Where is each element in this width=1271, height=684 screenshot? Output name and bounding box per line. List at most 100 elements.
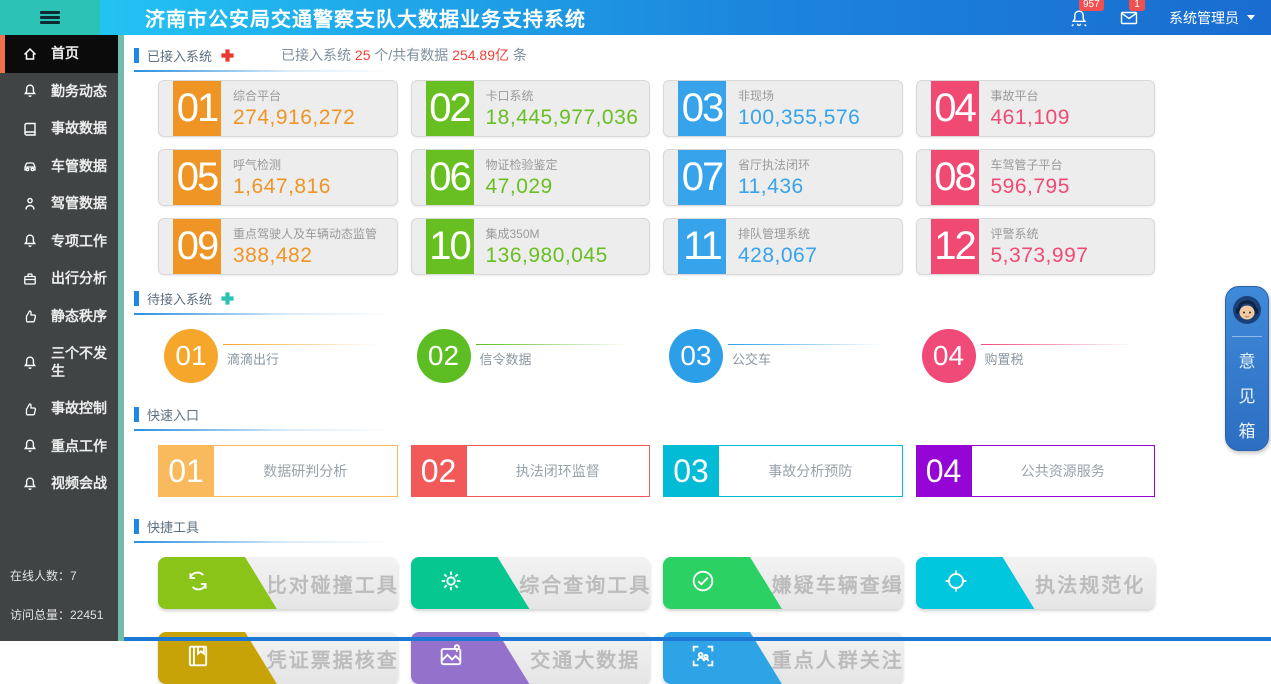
sidebar-item-video-campaign[interactable]: 视频会战	[0, 465, 118, 503]
map-photo-icon	[437, 642, 465, 675]
card-number-block: 09	[173, 219, 221, 274]
sidebar-accent-strip	[118, 35, 124, 641]
feedback-divider	[1232, 336, 1262, 337]
sidebar-item-home[interactable]: 首页	[0, 35, 118, 73]
system-name: 车驾管子平台	[991, 156, 1151, 173]
ticket-book-icon	[184, 642, 212, 675]
people-frame-icon	[689, 642, 717, 675]
system-card-03[interactable]: 03 非现场 100,355,576	[663, 80, 903, 137]
quick-entry-label: 数据研判分析	[214, 445, 398, 497]
system-card-05[interactable]: 05 呼气检测 1,647,816	[158, 149, 398, 206]
gear-icon	[437, 567, 465, 600]
pending-name: 公交车	[732, 349, 771, 368]
section-title: 已接入系统	[147, 46, 212, 65]
system-card-06[interactable]: 06 物证检验鉴定 47,029	[411, 149, 651, 206]
quick-entry-law-loop[interactable]: 02 执法闭环监督	[411, 445, 651, 497]
section-title: 快速入口	[147, 405, 199, 424]
pending-system-purchase-tax[interactable]: 04 购置税	[916, 329, 1156, 387]
pending-system-didi[interactable]: 01 滴滴出行	[158, 329, 398, 387]
system-value: 1,647,816	[233, 175, 393, 199]
circle-check-icon	[689, 567, 717, 600]
pending-system-signal-data[interactable]: 02 信令数据	[411, 329, 651, 387]
section-header-tools: 快捷工具	[134, 515, 1271, 543]
quick-entry-label: 事故分析预防	[719, 445, 903, 497]
quick-entry-accident-prevention[interactable]: 03 事故分析预防	[663, 445, 903, 497]
mail-badge: 1	[1129, 0, 1145, 11]
online-count: 在线人数：7	[10, 567, 103, 584]
quick-entry-public-resources[interactable]: 04 公共资源服务	[916, 445, 1156, 497]
system-name: 呼气检测	[233, 156, 393, 173]
sidebar-item-duty-status[interactable]: 勤务动态	[0, 73, 118, 111]
pending-system-bus[interactable]: 03 公交车	[663, 329, 903, 387]
sidebar-item-travel-analysis[interactable]: 出行分析	[0, 260, 118, 298]
section-header-quick-entry: 快速入口	[134, 403, 1271, 431]
pending-number-circle: 02	[417, 329, 471, 383]
sidebar-item-key-work[interactable]: 重点工作	[0, 428, 118, 466]
tool-label: 嫌疑车辆查缉	[781, 557, 895, 609]
thumbs-up-icon	[22, 308, 38, 324]
system-name: 省厅执法闭环	[738, 156, 898, 173]
recycle-icon	[184, 567, 212, 600]
system-card-09[interactable]: 09 重点驾驶人及车辆动态监管 388,482	[158, 218, 398, 275]
sidebar-item-static-order[interactable]: 静态秩序	[0, 298, 118, 336]
feedback-label-char: 意	[1239, 347, 1256, 372]
tool-label: 执法规范化	[1034, 557, 1148, 609]
envelope-icon	[1119, 8, 1139, 28]
system-card-07[interactable]: 07 省厅执法闭环 11,436	[663, 149, 903, 206]
sidebar-item-vehicle-data[interactable]: 车管数据	[0, 148, 118, 186]
section-accent-bar	[134, 291, 139, 306]
system-name: 重点驾驶人及车辆动态监管	[233, 225, 393, 242]
system-card-08[interactable]: 08 车驾管子平台 596,795	[916, 149, 1156, 206]
menu-toggle-button[interactable]	[0, 0, 100, 35]
mail-button[interactable]: 1	[1119, 8, 1139, 28]
bell-icon	[22, 438, 38, 454]
tool-comprehensive-query[interactable]: 综合查询工具	[411, 557, 651, 609]
sidebar-item-three-no-occur[interactable]: 三个不发生	[0, 335, 118, 390]
user-menu[interactable]: 系统管理员	[1169, 8, 1255, 28]
system-card-11[interactable]: 11 排队管理系统 428,067	[663, 218, 903, 275]
pending-name: 滴滴出行	[227, 349, 279, 368]
police-avatar-icon	[1231, 294, 1263, 331]
pending-number-circle: 01	[164, 329, 218, 383]
thumbs-up-icon	[22, 401, 38, 417]
quick-entry-label: 公共资源服务	[972, 445, 1156, 497]
sidebar-item-accident-control[interactable]: 事故控制	[0, 390, 118, 428]
system-card-02[interactable]: 02 卡口系统 18,445,977,036	[411, 80, 651, 137]
user-name: 系统管理员	[1169, 8, 1239, 28]
pending-divider-line	[476, 344, 643, 345]
sidebar-item-special-work[interactable]: 专项工作	[0, 223, 118, 261]
card-number-block: 07	[678, 150, 726, 205]
section-header-pending: 待接入系统	[134, 287, 1271, 315]
add-system-button[interactable]	[220, 48, 235, 63]
sidebar-item-accident-data[interactable]: 事故数据	[0, 110, 118, 148]
car-icon	[22, 158, 38, 174]
tool-law-standardization[interactable]: 执法规范化	[916, 557, 1156, 609]
pending-divider-line	[981, 344, 1148, 345]
tool-compare-collision[interactable]: 比对碰撞工具	[158, 557, 398, 609]
hamburger-icon	[40, 9, 60, 26]
book-icon	[22, 121, 38, 137]
add-pending-system-button[interactable]	[220, 291, 235, 306]
system-card-04[interactable]: 04 事故平台 461,109	[916, 80, 1156, 137]
quick-entry-data-analysis[interactable]: 01 数据研判分析	[158, 445, 398, 497]
card-number-block: 01	[173, 81, 221, 136]
quick-entry-number-block: 01	[158, 445, 214, 497]
section-accent-bar	[134, 519, 139, 534]
system-value: 428,067	[738, 244, 898, 268]
system-value: 274,916,272	[233, 106, 393, 130]
system-card-12[interactable]: 12 评警系统 5,373,997	[916, 218, 1156, 275]
system-value: 18,445,977,036	[486, 106, 646, 130]
visit-total: 访问总量：22451	[10, 606, 103, 623]
notification-bell-button[interactable]: 957	[1069, 8, 1089, 28]
data-total: 254.89亿	[452, 47, 509, 63]
system-card-01[interactable]: 01 综合平台 274,916,272	[158, 80, 398, 137]
person-icon	[22, 196, 38, 212]
system-value: 11,436	[738, 175, 898, 199]
alarm-bell-icon	[1069, 8, 1089, 28]
feedback-box-button[interactable]: 意 见 箱	[1225, 286, 1269, 451]
system-value: 461,109	[991, 106, 1151, 130]
system-card-10[interactable]: 10 集成350M 136,980,045	[411, 218, 651, 275]
crosshair-icon	[942, 567, 970, 600]
tool-suspect-vehicle[interactable]: 嫌疑车辆查缉	[663, 557, 903, 609]
sidebar-item-driver-data[interactable]: 驾管数据	[0, 185, 118, 223]
